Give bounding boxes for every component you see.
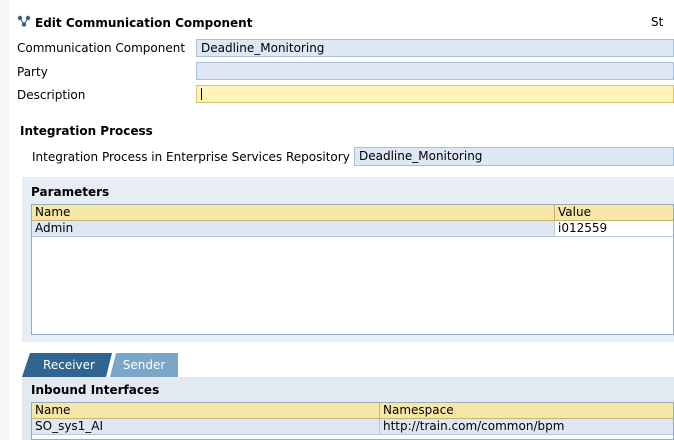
interface-namespace-cell[interactable]: http://train.com/common/bpm [379, 419, 673, 434]
left-margin-strip [0, 0, 9, 440]
description-field[interactable] [196, 85, 674, 103]
repository-field[interactable]: Deadline_Monitoring [354, 147, 674, 166]
tab-sender[interactable]: Sender [115, 354, 173, 376]
parameter-value-cell[interactable]: i012559 [554, 221, 673, 236]
tab-receiver[interactable]: Receiver [31, 354, 107, 376]
inbound-interfaces-table: Name Namespace SO_sys1_AI http://train.c… [31, 402, 674, 440]
parameters-heading: Parameters [31, 185, 110, 199]
inbound-interfaces-heading: Inbound Interfaces [31, 383, 160, 397]
repository-label: Integration Process in Enterprise Servic… [32, 150, 350, 164]
parameters-table: Name Value Admin i012559 [31, 204, 674, 335]
parameter-name-cell[interactable]: Admin [32, 221, 554, 236]
table-row[interactable]: Admin i012559 [32, 221, 673, 237]
party-label: Party [17, 65, 48, 79]
text-cursor [201, 87, 202, 100]
communication-component-label: Communication Component [17, 41, 186, 55]
inbound-header-row: Name Namespace [32, 403, 673, 419]
interface-name-cell[interactable]: SO_sys1_AI [32, 419, 379, 434]
page-title: Edit Communication Component [17, 15, 252, 30]
party-field[interactable] [196, 62, 674, 80]
column-header-value[interactable]: Value [554, 205, 673, 220]
column-header-name[interactable]: Name [32, 205, 554, 220]
column-header-name[interactable]: Name [32, 403, 379, 418]
communication-component-icon [17, 15, 31, 30]
table-row[interactable]: SO_sys1_AI http://train.com/common/bpm [32, 419, 673, 435]
communication-component-field[interactable]: Deadline_Monitoring [196, 39, 674, 57]
integration-process-heading: Integration Process [20, 124, 153, 138]
parameters-header-row: Name Value [32, 205, 673, 221]
page-title-text: Edit Communication Component [35, 15, 253, 30]
status-label-fragment: St [651, 15, 664, 29]
description-label: Description [17, 88, 86, 102]
column-header-namespace[interactable]: Namespace [379, 403, 673, 418]
